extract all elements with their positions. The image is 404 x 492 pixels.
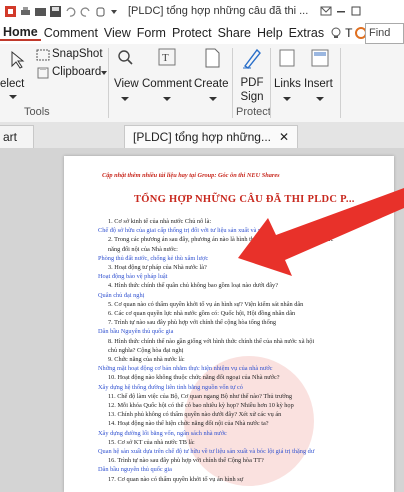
view-dropdown-icon[interactable]	[120, 96, 130, 102]
tab-active-document[interactable]: [PLDC] tổng hợp những... ✕	[124, 125, 298, 149]
insert-group: Insert	[302, 44, 338, 122]
window-title: [PLDC] tổng hợp những câu đã thi ...	[128, 5, 309, 17]
pen-sign-icon[interactable]	[242, 47, 262, 69]
save-icon[interactable]	[49, 5, 62, 18]
quick-access-toolbar	[0, 5, 122, 18]
snapshot-button[interactable]: SnapShot	[52, 48, 103, 60]
comment-group: T Comment	[142, 44, 192, 122]
pdf-sign-button[interactable]: PDF Sign	[238, 76, 266, 104]
create-group: Create	[194, 44, 230, 122]
clipboard-button[interactable]: Clipboard	[52, 66, 101, 78]
title-bar: [PLDC] tổng hợp những câu đã thi ...	[0, 0, 404, 23]
create-button[interactable]: Create	[194, 78, 229, 90]
view-button[interactable]: View	[114, 78, 139, 90]
links-icon[interactable]	[278, 48, 296, 68]
tab-form[interactable]: Form	[134, 26, 169, 40]
tab-comment[interactable]: Comment	[41, 26, 101, 40]
comment-button[interactable]: Comment	[142, 78, 192, 90]
select-dropdown-icon[interactable]	[8, 94, 18, 100]
menu-bar: Home Comment View Form Protect Share Hel…	[0, 22, 404, 44]
protect-group-label: Protect	[236, 106, 271, 118]
ribbon: elect SnapShot Clipboard Tools View T Co…	[0, 44, 404, 123]
tell-me-icon[interactable]: T	[345, 26, 352, 40]
links-group: Links	[272, 44, 302, 122]
view-group: View	[112, 44, 139, 122]
select-label[interactable]: elect	[0, 78, 24, 90]
tab-previous-document[interactable]: art	[0, 125, 34, 149]
create-pdf-icon[interactable]	[204, 48, 220, 68]
links-button[interactable]: Links	[274, 78, 301, 90]
document-tab-bar: art [PLDC] tổng hợp những... ✕	[0, 122, 404, 149]
app-logo-icon[interactable]	[4, 5, 17, 18]
tools-group-label: Tools	[24, 106, 50, 118]
find-input[interactable]: Find	[365, 23, 404, 44]
typewriter-icon[interactable]: T	[158, 48, 176, 66]
undo-icon[interactable]	[64, 5, 77, 18]
clipboard-dropdown-icon[interactable]	[100, 70, 108, 76]
document-viewport[interactable]: Cập nhật thêm nhiều tài liệu hay tại Gro…	[0, 148, 404, 492]
view-magnifier-icon[interactable]	[116, 48, 134, 66]
select-cursor-icon[interactable]	[8, 50, 26, 70]
restore-icon[interactable]	[350, 5, 362, 17]
create-dropdown-icon[interactable]	[208, 96, 218, 102]
redo-icon[interactable]	[79, 5, 92, 18]
tab-share[interactable]: Share	[215, 26, 254, 40]
customize-dropdown-icon[interactable]	[109, 5, 122, 18]
red-arrow-annotation	[238, 188, 404, 276]
insert-icon[interactable]	[310, 48, 330, 68]
clipboard-icon[interactable]	[36, 66, 50, 79]
tab-help[interactable]: Help	[254, 26, 286, 40]
lightbulb-icon[interactable]	[329, 26, 343, 40]
links-dropdown-icon[interactable]	[282, 96, 292, 102]
comment-dropdown-icon[interactable]	[162, 96, 172, 102]
close-tab-icon[interactable]: ✕	[279, 126, 289, 149]
hand-tool-icon[interactable]	[94, 5, 107, 18]
tab-view[interactable]: View	[101, 26, 134, 40]
svg-text:T: T	[162, 52, 169, 64]
tab-home[interactable]: Home	[0, 25, 41, 41]
minimize-icon[interactable]	[335, 5, 347, 17]
tab-extras[interactable]: Extras	[286, 26, 327, 40]
tab-protect[interactable]: Protect	[169, 26, 215, 40]
insert-dropdown-icon[interactable]	[315, 96, 325, 102]
snapshot-icon[interactable]	[36, 49, 50, 61]
print-icon[interactable]	[19, 5, 32, 18]
notification-icon[interactable]	[320, 5, 332, 17]
open-file-icon[interactable]	[34, 5, 47, 18]
insert-button[interactable]: Insert	[304, 78, 333, 90]
